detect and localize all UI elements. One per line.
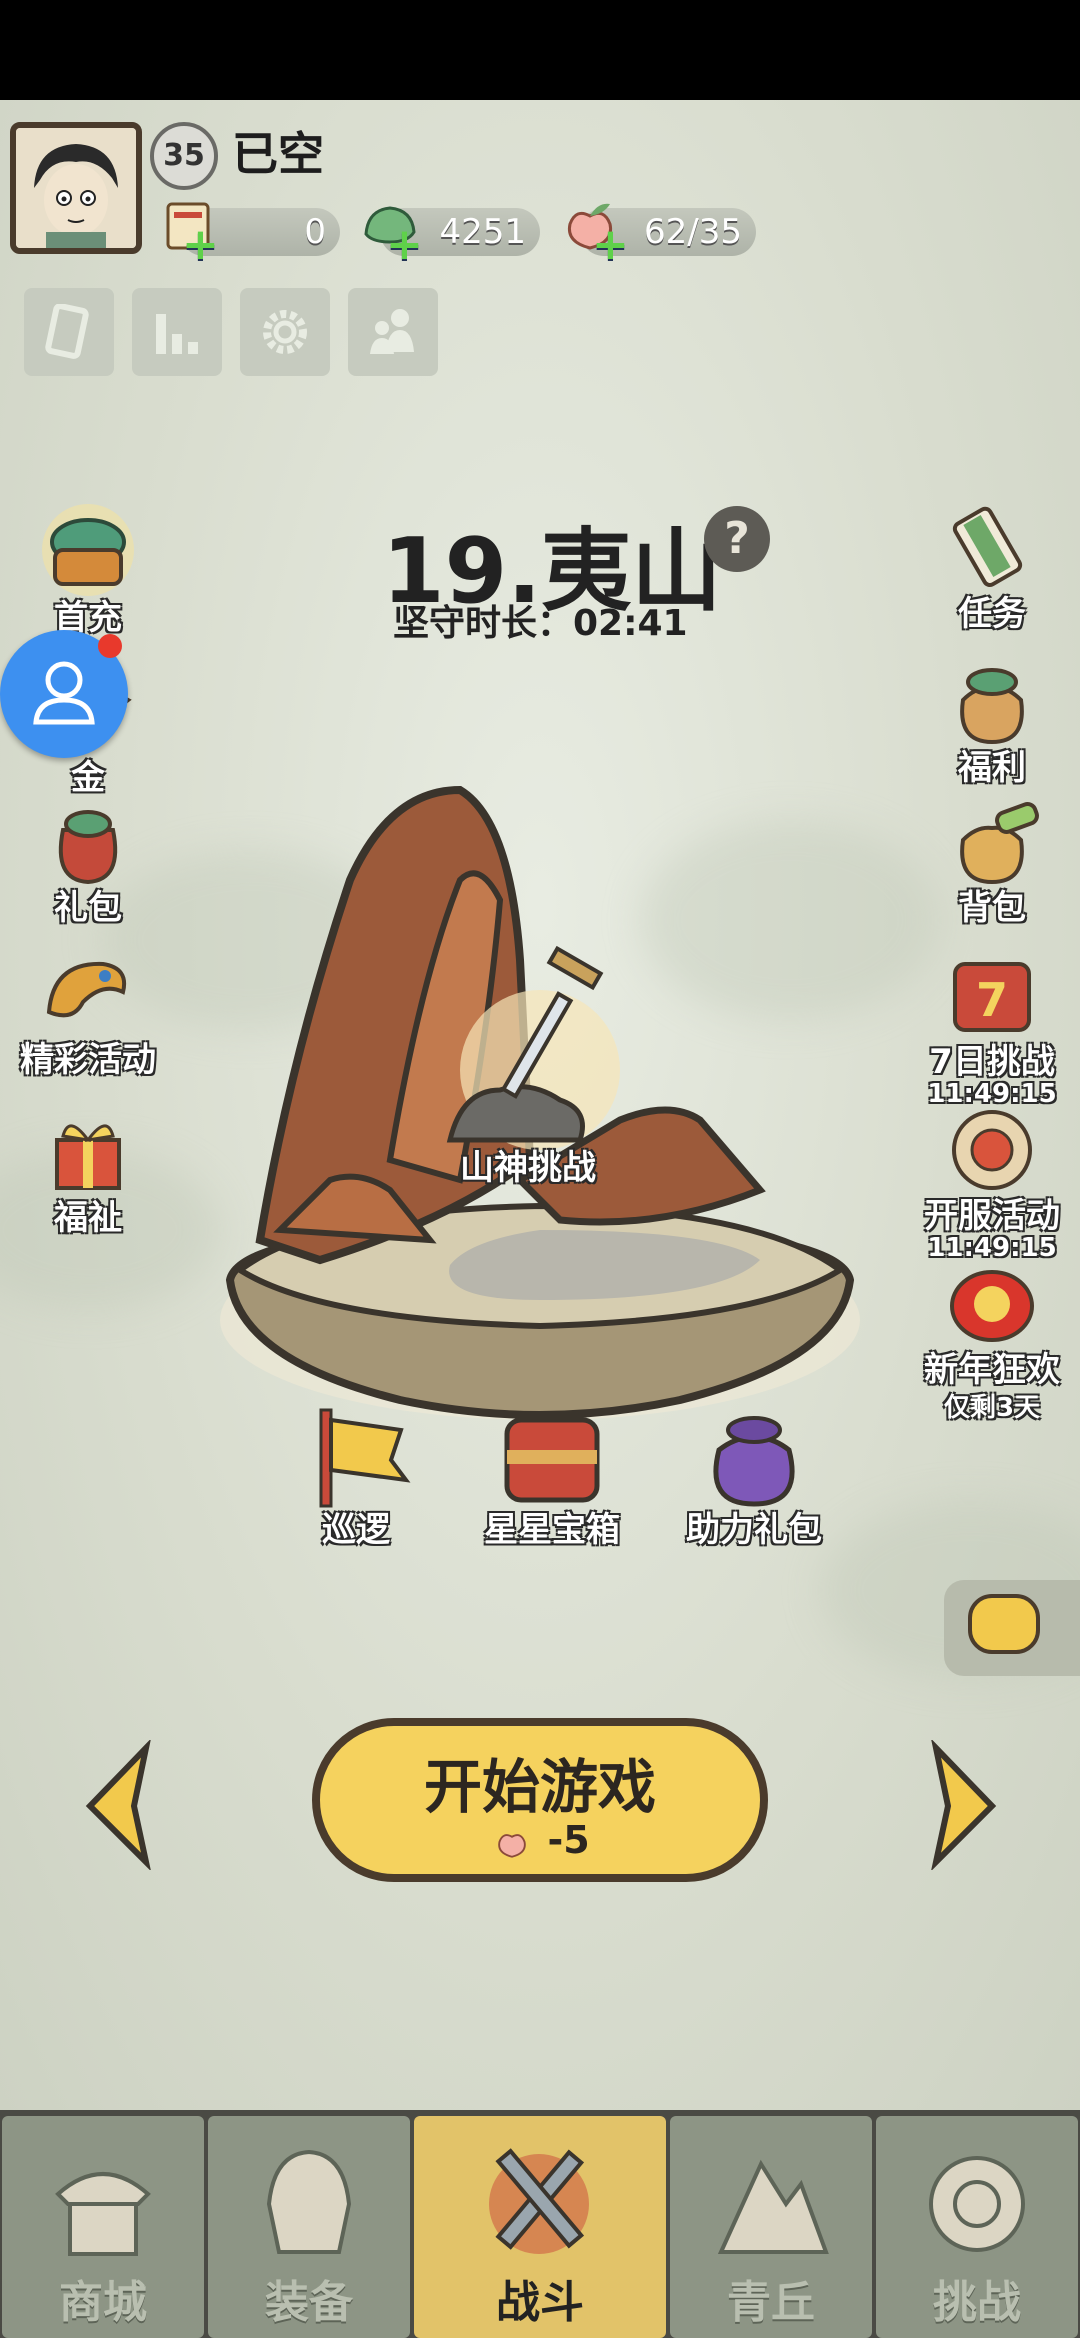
notification-dot: [98, 634, 122, 658]
new-year-button[interactable]: 新年狂欢 仅剩3天: [908, 1252, 1076, 1424]
tasks-button[interactable]: 任务: [922, 496, 1062, 635]
guard-time: 坚守时长：02:41: [393, 603, 688, 644]
friends-icon: [370, 309, 414, 354]
server-event-icon: [952, 1110, 1032, 1190]
add-peach-button[interactable]: +: [592, 223, 629, 267]
backpack-button[interactable]: 背包: [922, 790, 1062, 929]
settings-button[interactable]: [240, 288, 330, 376]
flag-icon: [319, 1408, 411, 1508]
resource-value: 4251: [439, 212, 526, 252]
scroll-task-icon: [952, 506, 1023, 587]
treasure-chest-icon: [42, 504, 134, 596]
level-badge: 35: [150, 122, 218, 190]
tab-label: 挑战: [933, 2277, 1021, 2328]
avatar[interactable]: [10, 122, 142, 254]
tab-label: 商城: [59, 2277, 147, 2328]
add-scroll-button[interactable]: +: [182, 223, 219, 267]
purple-bag-icon: [713, 1416, 795, 1507]
resource-value: 62/35: [644, 212, 742, 252]
server-event-button[interactable]: 开服活动 11:49:15: [922, 1098, 1062, 1263]
help-button[interactable]: ?: [704, 506, 770, 572]
seven-day-icon: 7: [953, 962, 1031, 1032]
gift-pack-button[interactable]: 礼包: [18, 790, 158, 929]
action-label: 星星宝箱: [484, 1510, 620, 1550]
tab-battle[interactable]: 战斗: [414, 2116, 666, 2338]
gift-box-icon: [55, 1124, 121, 1190]
resource-value: 0: [304, 212, 326, 252]
dragon-icon: [46, 961, 126, 1018]
tab-label: 战斗: [496, 2277, 584, 2328]
tab-shop[interactable]: 商城: [2, 2116, 204, 2338]
svg-text:7: 7: [976, 973, 1008, 1027]
tab-equipment[interactable]: 装备: [208, 2116, 410, 2338]
card-button[interactable]: [24, 288, 114, 376]
tab-challenge[interactable]: 挑战: [876, 2116, 1078, 2338]
bar-chart-icon: [156, 314, 198, 354]
shop-icon: [55, 2172, 151, 2256]
tab-label: 青丘: [727, 2277, 815, 2328]
menu-label: 精彩活动: [20, 1040, 156, 1080]
menu-label: 开服活动: [924, 1196, 1060, 1236]
cost-value: -5: [547, 1818, 590, 1862]
medallion-icon: [929, 2156, 1025, 2252]
seven-day-challenge-button[interactable]: 7 7日挑战 11:49:15: [922, 944, 1062, 1109]
lantern-icon: [950, 1270, 1034, 1342]
ranking-button[interactable]: [132, 288, 222, 376]
blessing-button[interactable]: 福祉: [18, 1100, 158, 1239]
mountain-icon: [717, 2159, 829, 2254]
start-game-button[interactable]: 开始游戏 -5: [312, 1718, 768, 1882]
star-chest-button[interactable]: 星星宝箱: [462, 1400, 642, 1551]
bottom-nav: 商城 装备 战斗 青丘 挑战: [0, 2110, 1080, 2338]
player-name: 已空: [232, 127, 324, 181]
remaining-days: 仅剩3天: [943, 1393, 1041, 1423]
action-label: 助力礼包: [686, 1510, 822, 1550]
patrol-button[interactable]: 巡逻: [266, 1400, 446, 1551]
menu-label: 新年狂欢: [924, 1350, 1060, 1390]
events-button[interactable]: 精彩活动: [18, 942, 158, 1081]
card-icon: [45, 304, 89, 359]
gear-icon: [263, 310, 307, 354]
welfare-button[interactable]: 福利: [922, 650, 1062, 789]
welfare-bag-icon: [960, 668, 1024, 745]
tab-qingqiu[interactable]: 青丘: [670, 2116, 872, 2338]
first-recharge-button[interactable]: 首充: [18, 500, 158, 639]
assistant-float-button[interactable]: [0, 630, 128, 758]
chevron-left-icon: [85, 1738, 152, 1872]
mountain-god-challenge[interactable]: 山神挑战: [460, 1140, 596, 1189]
peach-icon: [498, 1833, 527, 1858]
tab-label: 装备: [265, 2277, 353, 2328]
helmet-icon: [266, 2149, 352, 2254]
next-stage-button[interactable]: [922, 1738, 1002, 1872]
star-chest-icon: [504, 1417, 600, 1503]
menu-label: 7日挑战: [929, 1042, 1055, 1082]
support-pack-button[interactable]: 助力礼包: [664, 1400, 844, 1551]
prev-stage-button[interactable]: [80, 1738, 160, 1872]
chat-button[interactable]: [944, 1580, 1080, 1676]
start-cost: -5: [320, 1818, 760, 1863]
chevron-right-icon: [930, 1738, 997, 1872]
friends-button[interactable]: [348, 288, 438, 376]
start-label: 开始游戏: [423, 1753, 656, 1821]
add-jade-button[interactable]: +: [386, 223, 423, 267]
crossed-swords-icon: [489, 2148, 589, 2254]
backpack-icon: [960, 802, 1039, 885]
status-bar: [0, 0, 1080, 100]
gift-bag-icon: [58, 810, 118, 885]
chat-bubble-icon: [968, 1594, 1040, 1654]
